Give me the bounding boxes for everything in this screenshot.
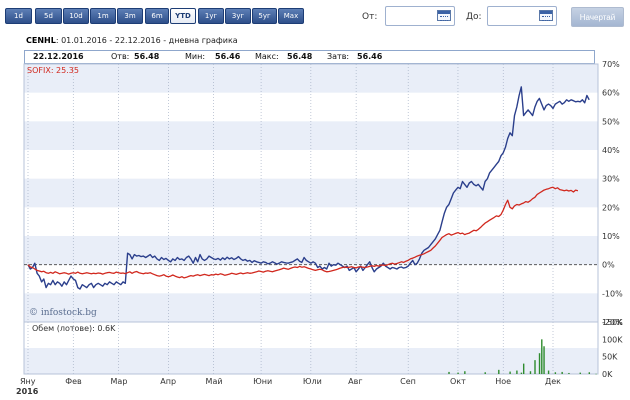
volume-bar xyxy=(534,360,536,374)
volume-tick-label: 0K xyxy=(602,370,613,379)
index-legend: SOFIX: 25.35 xyxy=(27,66,79,75)
volume-bar xyxy=(516,370,518,374)
volume-bar xyxy=(522,363,525,374)
volume-bar xyxy=(520,372,523,374)
volume-bar xyxy=(568,372,570,374)
price-chart: 70%60%50%40%30%20%10%0%-10%-20%Яну Фев Мар… xyxy=(16,60,623,396)
x-tick-label: Май xyxy=(206,377,223,386)
x-tick-label: Авг xyxy=(348,377,362,386)
x-tick-label: Юни xyxy=(253,377,272,386)
volume-bar xyxy=(561,371,563,374)
volume-bar xyxy=(595,373,597,375)
x-tick-label: Сеп xyxy=(400,377,416,386)
y-tick-label: -10% xyxy=(602,289,623,298)
volume-label: Обем (лотове): 0.6K xyxy=(32,324,116,333)
volume-bar xyxy=(484,372,486,374)
x-tick-label: Яну xyxy=(20,377,36,386)
x-tick-label: Юли xyxy=(303,377,322,386)
volume-tick-label: 50K xyxy=(602,353,618,362)
x-tick-label: Мар xyxy=(111,377,128,386)
y-tick-label: 50% xyxy=(602,117,620,126)
volume-bar xyxy=(547,370,550,374)
y-tick-label: 60% xyxy=(602,89,620,98)
x-tick-label: Ное xyxy=(495,377,511,386)
volume-bar xyxy=(543,346,545,374)
volume-bar xyxy=(529,371,532,374)
x-tick-label: Дек xyxy=(545,377,561,386)
y-tick-label: 0% xyxy=(602,261,615,270)
x-tick-label: Фев xyxy=(65,377,82,386)
volume-bar xyxy=(579,372,581,374)
watermark: © infostock.bg xyxy=(29,308,97,318)
x-tick-label: Апр xyxy=(160,377,176,386)
volume-bar xyxy=(538,353,541,374)
volume-bar xyxy=(464,371,466,374)
volume-tick-label: 150K xyxy=(602,318,623,327)
volume-bar xyxy=(541,339,543,374)
x-year-label: 2016 xyxy=(16,387,39,396)
volume-bar xyxy=(588,372,591,374)
y-tick-label: 30% xyxy=(602,175,620,184)
volume-bar xyxy=(509,371,511,374)
y-tick-label: 10% xyxy=(602,232,620,241)
y-tick-label: 70% xyxy=(602,60,620,69)
y-tick-label: 20% xyxy=(602,203,620,212)
volume-bar xyxy=(448,371,450,374)
volume-bar xyxy=(554,372,557,374)
volume-bar xyxy=(498,369,500,374)
x-tick-label: Окт xyxy=(450,377,466,386)
y-tick-label: 40% xyxy=(602,146,620,155)
volume-bar xyxy=(457,372,459,374)
volume-tick-label: 100K xyxy=(602,335,623,344)
